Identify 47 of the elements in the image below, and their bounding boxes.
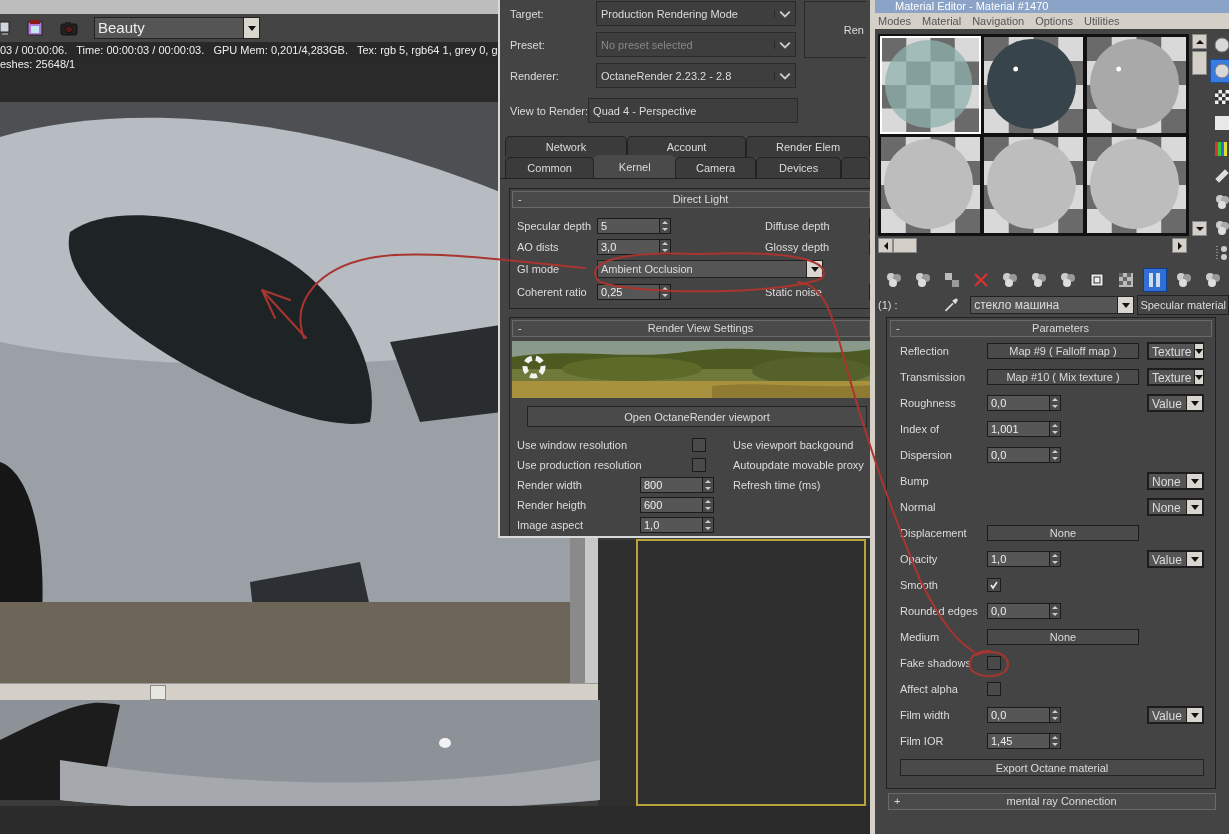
map-button[interactable]: Map #9 ( Falloff map ): [987, 343, 1139, 359]
field-label: Film width: [900, 709, 951, 721]
field-label: Displacement: [900, 527, 968, 539]
sample-slot[interactable]: [1086, 136, 1187, 234]
bars-icon[interactable]: [1144, 269, 1166, 291]
dropdown[interactable]: стекло машина: [970, 296, 1135, 314]
checkbox[interactable]: [987, 578, 1001, 592]
field-label: Affect alpha: [900, 683, 959, 695]
field-label: Medium: [900, 631, 941, 643]
field-label: Bump: [900, 475, 930, 487]
field-label: Film IOR: [900, 735, 945, 747]
rollout-header[interactable]: - Parameters: [890, 320, 1212, 337]
field-label: Dispersion: [900, 449, 953, 461]
eyedropper-icon[interactable]: [942, 296, 960, 314]
sample-slot[interactable]: [1086, 36, 1187, 134]
dropdown[interactable]: None: [1147, 472, 1204, 490]
menu-item[interactable]: Navigation: [972, 15, 1025, 27]
window-title: Material Editor - Material #1470: [895, 0, 1049, 13]
field-label: Roughness: [900, 397, 957, 409]
checkbox[interactable]: [987, 682, 1001, 696]
menu-item[interactable]: Modes: [878, 15, 912, 27]
dropdown[interactable]: Value: [1147, 706, 1204, 724]
export-button[interactable]: Export Octane material: [900, 759, 1204, 776]
slot-label: (1) :: [878, 299, 899, 311]
field-label: Index of: [900, 423, 941, 435]
vertical-scrollbar[interactable]: [1192, 34, 1207, 236]
sample-slot[interactable]: [983, 36, 1084, 134]
checkbox[interactable]: [987, 656, 1001, 670]
map-button[interactable]: None: [987, 629, 1139, 645]
sample-slot[interactable]: [983, 136, 1084, 234]
material-type-button[interactable]: Specular material: [1137, 295, 1229, 315]
dropdown[interactable]: Value: [1147, 550, 1204, 568]
horizontal-scrollbar[interactable]: [878, 238, 1187, 253]
menu-item[interactable]: Options: [1035, 15, 1074, 27]
field-label: Transmission: [900, 371, 966, 383]
field-label: Normal: [900, 501, 937, 513]
dropdown[interactable]: Value: [1147, 394, 1204, 412]
sample-slot[interactable]: [880, 136, 981, 234]
map-button[interactable]: None: [987, 525, 1139, 541]
rollout-header[interactable]: + mental ray Connection: [888, 793, 1216, 810]
menu-item[interactable]: Material: [922, 15, 962, 27]
dropdown[interactable]: None: [1147, 498, 1204, 516]
dropdown[interactable]: Texture: [1147, 368, 1204, 386]
map-button[interactable]: Map #10 ( Mix texture ): [987, 369, 1139, 385]
field-label: Reflection: [900, 345, 950, 357]
dropdown[interactable]: Texture: [1147, 342, 1204, 360]
menu-item[interactable]: Utilities: [1084, 15, 1120, 27]
